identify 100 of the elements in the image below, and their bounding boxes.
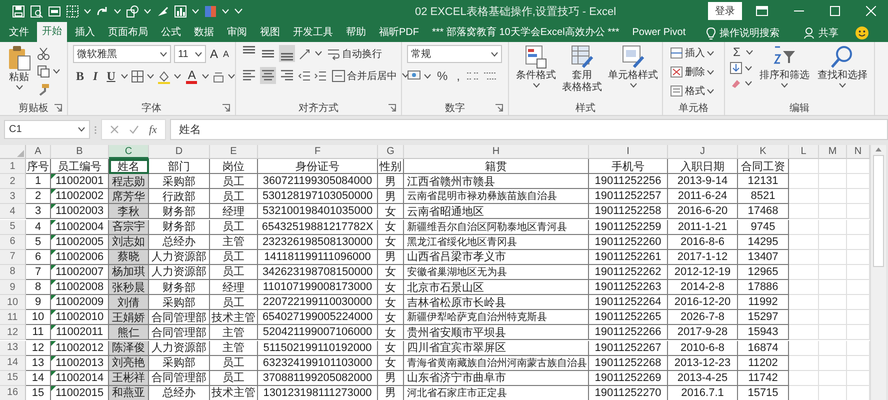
insert-button[interactable]: 插入 [668, 45, 719, 61]
fill-color-icon[interactable] [157, 70, 172, 84]
name-box[interactable]: C1 [4, 120, 90, 139]
save-icon[interactable] [12, 4, 25, 18]
dialog-launcher-icon[interactable] [54, 104, 62, 112]
row-header[interactable]: 2 [0, 174, 26, 190]
merge-center-button[interactable]: 合并后居中 [330, 68, 399, 84]
ribbon-tab[interactable]: 审阅 [222, 24, 252, 42]
ribbon-tab[interactable]: 插入 [70, 24, 100, 42]
column-header[interactable]: A [26, 145, 51, 159]
accounting-format-icon[interactable] [407, 70, 421, 82]
find-select-button[interactable]: 查找和选择 [815, 45, 870, 100]
cut-icon[interactable] [37, 47, 50, 60]
ribbon-tab[interactable]: 视图 [255, 24, 285, 42]
fill-color-icon[interactable] [204, 4, 217, 18]
format-painter-icon[interactable] [37, 83, 50, 96]
borders-icon[interactable] [131, 70, 144, 83]
caret-icon[interactable] [707, 70, 714, 74]
vertical-scrollbar[interactable] [870, 145, 886, 400]
number-format-field[interactable]: 常规 [407, 45, 502, 63]
dialog-launcher-icon[interactable] [222, 104, 230, 112]
ribbon-tab[interactable]: 福昕PDF [374, 24, 424, 42]
row-header[interactable]: 5 [0, 220, 26, 235]
ribbon-tab[interactable]: 公式 [156, 24, 186, 42]
percent-button[interactable]: % [434, 69, 451, 83]
column-header[interactable]: K [738, 145, 789, 159]
column-header[interactable]: H [404, 145, 589, 159]
caret-icon[interactable] [745, 80, 752, 86]
conditional-format-button[interactable]: 条件格式 [514, 45, 558, 100]
ribbon-tab[interactable]: 页面布局 [103, 24, 153, 42]
row-header[interactable]: 10 [0, 295, 26, 310]
column-header[interactable]: B [51, 145, 109, 159]
caret-icon[interactable] [16, 85, 22, 90]
login-button[interactable]: 登录 [708, 2, 742, 20]
ribbon-tab[interactable]: 文件 [4, 24, 34, 42]
column-header[interactable]: I [589, 145, 668, 159]
wrap-text-button[interactable]: 自动换行 [325, 46, 384, 62]
chart-icon[interactable] [174, 4, 187, 18]
share-button[interactable]: 共享 [818, 26, 839, 40]
column-header[interactable]: C [109, 145, 149, 159]
row-header[interactable]: 4 [0, 204, 26, 220]
decrease-font-button[interactable]: A [222, 49, 230, 59]
ribbon-tab[interactable]: *** 部落窝教育 10天学会Excel高效办公 *** [427, 24, 624, 42]
caret-icon[interactable] [402, 73, 409, 78]
format-button[interactable]: 格式 [668, 83, 719, 99]
caret-icon[interactable] [630, 83, 636, 88]
increase-font-button[interactable]: A [208, 47, 219, 61]
caret-icon[interactable] [121, 74, 128, 79]
align-button[interactable] [260, 67, 276, 84]
increase-indent-icon[interactable] [314, 70, 327, 82]
format-as-table-button[interactable]: 套用 表格格式 [560, 45, 604, 100]
caret-icon[interactable] [202, 74, 210, 79]
font-size-field[interactable]: 11 [174, 45, 206, 63]
caret-icon[interactable] [194, 52, 202, 56]
scroll-up-icon[interactable] [875, 147, 882, 152]
caret-icon[interactable] [707, 88, 714, 94]
caret-icon[interactable] [745, 66, 752, 70]
dialog-launcher-icon[interactable] [495, 104, 503, 112]
caret-icon[interactable] [491, 52, 498, 56]
row-header[interactable]: 13 [0, 340, 26, 356]
column-header[interactable]: N [847, 145, 870, 159]
bold-button[interactable]: B [73, 69, 88, 84]
ribbon-tab[interactable]: 开始 [37, 22, 67, 42]
fill-down-icon[interactable] [730, 62, 742, 74]
align-button[interactable] [279, 45, 295, 62]
caret-icon[interactable] [160, 52, 167, 56]
cell-styles-button[interactable]: 单元格样式 [606, 45, 660, 100]
caret-icon[interactable] [53, 69, 60, 74]
row-header[interactable]: 14 [0, 356, 26, 371]
column-header[interactable]: E [210, 145, 258, 159]
form-icon[interactable] [48, 4, 61, 18]
delete-button[interactable]: 删除 [668, 64, 719, 80]
redo-icon[interactable] [96, 4, 109, 18]
decrease-indent-icon[interactable] [298, 70, 311, 82]
paste-button[interactable]: 粘贴 [5, 45, 33, 100]
shapes-icon[interactable] [126, 4, 139, 18]
smiley-icon[interactable] [854, 26, 869, 40]
underline-button[interactable]: U [104, 69, 118, 84]
row-header[interactable]: 12 [0, 325, 26, 340]
caret-icon[interactable] [707, 50, 714, 56]
caret-icon[interactable] [424, 74, 431, 78]
autosum-button[interactable]: Σ [730, 45, 744, 59]
customize-caret-icon[interactable] [234, 8, 243, 14]
increase-decimal-icon[interactable] [466, 70, 480, 82]
caret-icon[interactable] [174, 74, 182, 79]
row-header[interactable]: 16 [0, 386, 26, 400]
tell-me-search[interactable]: 操作说明搜索 [720, 26, 780, 40]
font-name-field[interactable]: 微软雅黑 [73, 45, 171, 63]
print-preview-icon[interactable] [30, 4, 43, 18]
phonetic-guide-icon[interactable] [212, 70, 226, 83]
italic-button[interactable]: I [90, 69, 101, 84]
formula-input[interactable]: 姓名 [170, 119, 888, 140]
caret-icon[interactable] [780, 83, 788, 88]
caret-icon[interactable] [228, 74, 236, 79]
row-header[interactable]: 9 [0, 280, 26, 295]
ribbon-tab[interactable]: 开发工具 [288, 24, 338, 42]
insert-function-button[interactable]: fx [149, 124, 157, 136]
row-header[interactable]: 1 [0, 159, 26, 174]
column-header[interactable]: L [789, 145, 819, 159]
caret-icon[interactable] [78, 127, 85, 132]
